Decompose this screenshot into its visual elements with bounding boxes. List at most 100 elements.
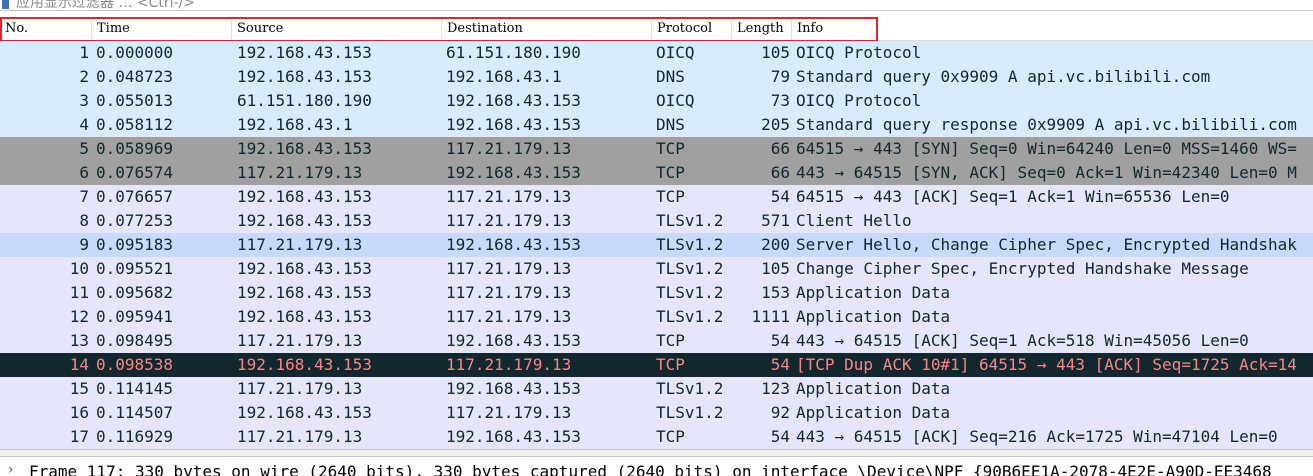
packet-time: 0.098495 [96, 331, 174, 350]
bookmark-icon[interactable] [2, 0, 9, 9]
packet-length: 54 [770, 355, 790, 374]
packet-row[interactable]: 5 0.058969 192.168.43.153 117.21.179.13 TCP 6… [0, 137, 1313, 161]
packet-list[interactable]: 1 0.000000 192.168.43.153 61.151.180.190 OIC… [0, 41, 1313, 449]
packet-destination: 117.21.179.13 [446, 259, 572, 278]
packet-no: 4 [79, 115, 89, 134]
packet-destination: 192.168.43.153 [446, 115, 581, 134]
packet-protocol: DNS [656, 67, 685, 86]
packet-protocol: TLSv1.2 [656, 379, 724, 398]
packet-list-header: No. Time Source Destination Protocol Len… [0, 17, 1313, 41]
packet-source: 192.168.43.153 [237, 307, 372, 326]
packet-time: 0.076574 [96, 163, 174, 182]
packet-source: 192.168.43.153 [237, 403, 372, 422]
packet-row[interactable]: 2 0.048723 192.168.43.153 192.168.43.1 DNS 79… [0, 65, 1313, 89]
packet-info: Standard query response 0x9909 A api.vc.… [796, 115, 1297, 134]
packet-row[interactable]: 10 0.095521 192.168.43.153 117.21.179.13 TLS… [0, 257, 1313, 281]
packet-no: 3 [79, 91, 89, 110]
packet-source: 192.168.43.1 [237, 115, 353, 134]
display-filter-input[interactable]: 应用显示过滤器 … <Ctrl-/> [16, 0, 195, 10]
packet-length: 79 [770, 67, 790, 86]
packet-protocol: TLSv1.2 [656, 235, 724, 254]
packet-length: 571 [761, 211, 790, 230]
frame-summary-line[interactable]: Frame 117: 330 bytes on wire (2640 bits)… [29, 462, 1272, 476]
packet-info: [TCP Dup ACK 10#1] 64515 → 443 [ACK] Seq… [796, 355, 1297, 374]
packet-length: 123 [761, 379, 790, 398]
packet-protocol: OICQ [656, 43, 695, 62]
column-header-time[interactable]: Time [92, 17, 232, 40]
packet-info: OICQ Protocol [796, 43, 922, 62]
packet-no: 6 [79, 163, 89, 182]
packet-destination: 61.151.180.190 [446, 43, 581, 62]
packet-source: 61.151.180.190 [237, 91, 372, 110]
column-header-no[interactable]: No. [0, 17, 92, 40]
packet-destination: 192.168.43.1 [446, 67, 562, 86]
packet-info: Server Hello, Change Cipher Spec, Encryp… [796, 235, 1297, 254]
packet-row[interactable]: 14 0.098538 192.168.43.153 117.21.179.13 TCP… [0, 353, 1313, 377]
packet-row[interactable]: 7 0.076657 192.168.43.153 117.21.179.13 TCP 5… [0, 185, 1313, 209]
packet-protocol: TCP [656, 139, 685, 158]
packet-row[interactable]: 15 0.114145 117.21.179.13 192.168.43.153 TLS… [0, 377, 1313, 401]
packet-row[interactable]: 8 0.077253 192.168.43.153 117.21.179.13 TLSv… [0, 209, 1313, 233]
packet-source: 192.168.43.153 [237, 67, 372, 86]
packet-length: 66 [770, 139, 790, 158]
packet-info: OICQ Protocol [796, 91, 922, 110]
pane-splitter[interactable] [0, 449, 1313, 456]
packet-time: 0.055013 [96, 91, 174, 110]
expand-arrow-icon[interactable]: › [8, 462, 14, 476]
packet-row[interactable]: 13 0.098495 117.21.179.13 192.168.43.153 TCP… [0, 329, 1313, 353]
packet-time: 0.095682 [96, 283, 174, 302]
packet-row[interactable]: 3 0.055013 61.151.180.190 192.168.43.153 OIC… [0, 89, 1313, 113]
packet-row[interactable]: 17 0.116929 117.21.179.13 192.168.43.153 TCP… [0, 425, 1313, 449]
packet-time: 0.048723 [96, 67, 174, 86]
packet-destination: 117.21.179.13 [446, 283, 572, 302]
packet-source: 117.21.179.13 [237, 163, 363, 182]
column-header-destination[interactable]: Destination [442, 17, 652, 40]
packet-time: 0.098538 [96, 355, 174, 374]
packet-source: 192.168.43.153 [237, 283, 372, 302]
packet-time: 0.114145 [96, 379, 174, 398]
packet-time: 0.076657 [96, 187, 174, 206]
packet-row[interactable]: 16 0.114507 192.168.43.153 117.21.179.13 TLS… [0, 401, 1313, 425]
packet-protocol: TLSv1.2 [656, 307, 724, 326]
packet-length: 54 [770, 331, 790, 350]
packet-time: 0.095941 [96, 307, 174, 326]
packet-source: 117.21.179.13 [237, 379, 363, 398]
packet-details-pane[interactable]: › Frame 117: 330 bytes on wire (2640 bit… [0, 456, 1313, 476]
packet-length: 54 [770, 187, 790, 206]
packet-row[interactable]: 9 0.095183 117.21.179.13 192.168.43.153 TLSv… [0, 233, 1313, 257]
packet-no: 9 [79, 235, 89, 254]
packet-destination: 192.168.43.153 [446, 331, 581, 350]
packet-destination: 117.21.179.13 [446, 139, 572, 158]
packet-no: 10 [69, 259, 89, 278]
packet-row[interactable]: 6 0.076574 117.21.179.13 192.168.43.153 TCP 6… [0, 161, 1313, 185]
packet-protocol: TLSv1.2 [656, 211, 724, 230]
packet-protocol: TLSv1.2 [656, 259, 724, 278]
display-filter-bar[interactable]: 应用显示过滤器 … <Ctrl-/> [0, 0, 1313, 11]
packet-row[interactable]: 12 0.095941 192.168.43.153 117.21.179.13 TLS… [0, 305, 1313, 329]
packet-source: 192.168.43.153 [237, 355, 372, 374]
packet-row[interactable]: 11 0.095682 192.168.43.153 117.21.179.13 TLS… [0, 281, 1313, 305]
packet-no: 16 [69, 403, 89, 422]
packet-length: 54 [770, 427, 790, 446]
packet-info: Application Data [796, 403, 951, 422]
column-header-protocol[interactable]: Protocol [652, 17, 732, 40]
packet-no: 11 [69, 283, 89, 302]
packet-destination: 117.21.179.13 [446, 355, 572, 374]
packet-destination: 117.21.179.13 [446, 211, 572, 230]
column-header-source[interactable]: Source [232, 17, 442, 40]
packet-source: 117.21.179.13 [237, 427, 363, 446]
packet-no: 8 [79, 211, 89, 230]
packet-info: Client Hello [796, 211, 912, 230]
packet-row[interactable]: 1 0.000000 192.168.43.153 61.151.180.190 OIC… [0, 41, 1313, 65]
packet-row[interactable]: 4 0.058112 192.168.43.1 192.168.43.153 DNS 20… [0, 113, 1313, 137]
packet-destination: 117.21.179.13 [446, 403, 572, 422]
packet-source: 192.168.43.153 [237, 211, 372, 230]
packet-length: 205 [761, 115, 790, 134]
column-header-length[interactable]: Length [732, 17, 792, 40]
packet-info: Standard query 0x9909 A api.vc.bilibili.… [796, 67, 1211, 86]
packet-length: 153 [761, 283, 790, 302]
packet-no: 15 [69, 379, 89, 398]
column-header-info[interactable]: Info [792, 17, 1313, 40]
packet-destination: 117.21.179.13 [446, 307, 572, 326]
packet-source: 192.168.43.153 [237, 43, 372, 62]
